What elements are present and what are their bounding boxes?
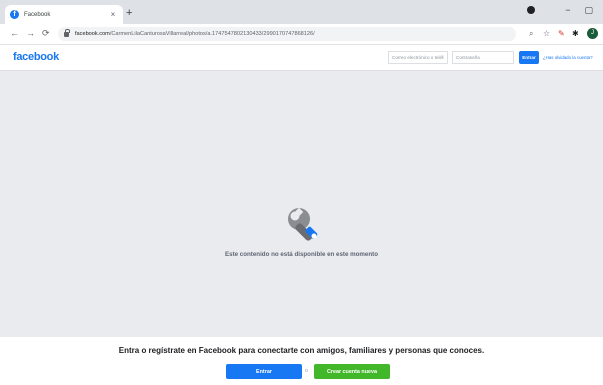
window-controls: − ▢	[527, 5, 593, 15]
extension-icon[interactable]: ✎	[558, 29, 565, 39]
browser-toolbar: ← → ⟳ facebook.com/CarmenLilaCanturosaVi…	[0, 24, 603, 45]
facebook-favicon-icon: f	[10, 10, 19, 19]
profile-avatar[interactable]: J	[587, 28, 598, 39]
content-unavailable-message: Este contenido no está disponible en est…	[225, 251, 378, 258]
enter-button[interactable]: Entrar	[226, 364, 302, 379]
password-field[interactable]	[452, 51, 514, 64]
create-account-button[interactable]: Crear cuenta nueva	[314, 364, 390, 379]
window-restore-button[interactable]: ▢	[584, 5, 593, 15]
facebook-logo[interactable]: facebook	[13, 51, 59, 63]
content-area: Este contenido no está disponible en est…	[0, 71, 603, 337]
forgot-account-link[interactable]: ¿Has olvidado la cuenta?	[543, 55, 593, 60]
facebook-header: facebook Entrar ¿Has olvidado la cuenta?	[0, 45, 603, 71]
window-minimize-button[interactable]: −	[565, 5, 570, 15]
tab-close-icon[interactable]: ×	[108, 10, 118, 19]
wrench-icon	[288, 207, 318, 241]
lock-icon[interactable]	[64, 28, 70, 37]
bookmark-star-icon[interactable]: ☆	[543, 29, 550, 39]
forward-arrow-icon[interactable]: →	[26, 28, 35, 39]
zoom-search-icon[interactable]: ⌕	[529, 29, 533, 39]
new-tab-button[interactable]: +	[126, 7, 132, 19]
extensions-puzzle-icon[interactable]: ✱	[572, 29, 579, 39]
url-host: facebook.com	[75, 31, 110, 37]
email-field[interactable]	[388, 51, 448, 64]
url-path: /CarmenLilaCanturosaVillarreal/photos/a.…	[109, 31, 315, 37]
or-separator: o	[305, 368, 308, 374]
reload-icon[interactable]: ⟳	[42, 28, 50, 39]
url-text[interactable]: facebook.com/CarmenLilaCanturosaVillarre…	[75, 31, 315, 37]
back-arrow-icon[interactable]: ←	[10, 28, 19, 39]
banner-text: Entra o regístrate en Facebook para cone…	[118, 346, 485, 355]
browser-tab-facebook[interactable]: f Facebook ×	[5, 5, 123, 24]
browser-tabstrip: f Facebook × + − ▢	[0, 0, 603, 24]
tab-title: Facebook	[24, 11, 51, 18]
record-indicator-icon[interactable]	[527, 6, 536, 14]
login-banner: Entra o regístrate en Facebook para cone…	[0, 337, 603, 385]
address-bar[interactable]: facebook.com/CarmenLilaCanturosaVillarre…	[58, 27, 516, 41]
login-button[interactable]: Entrar	[519, 51, 539, 64]
